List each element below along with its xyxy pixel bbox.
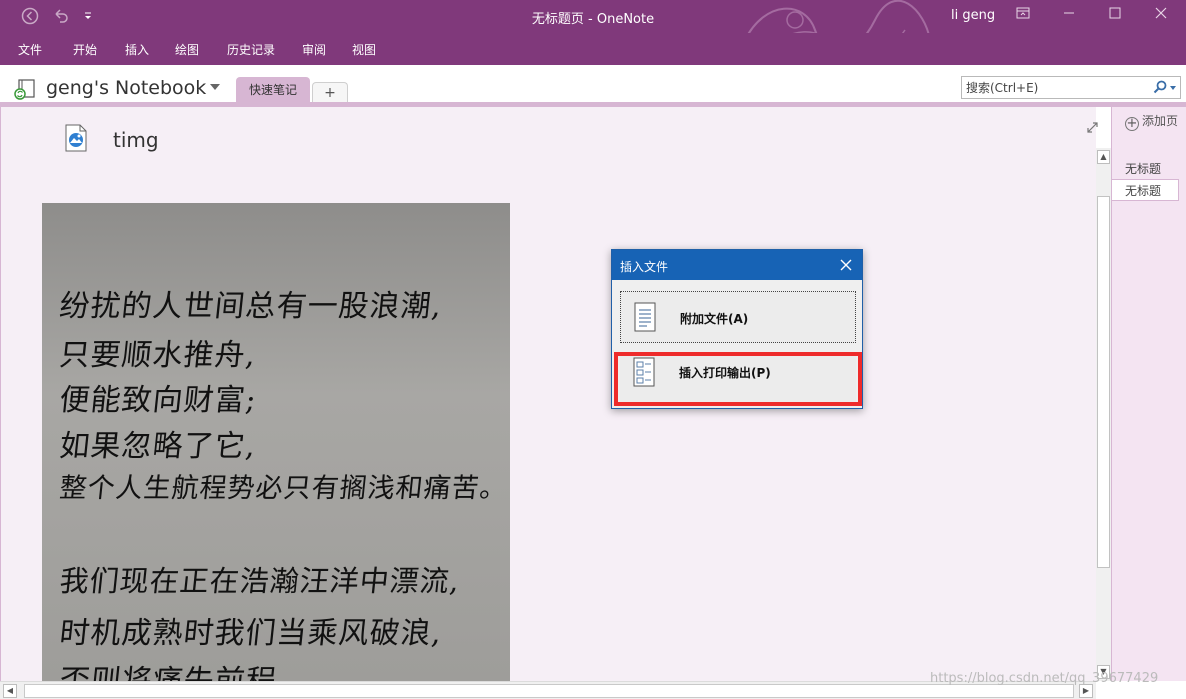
handwriting-line-3: 便能致向财富; bbox=[57, 383, 259, 418]
search-box bbox=[961, 76, 1181, 99]
add-page-label: 添加页 bbox=[1142, 114, 1179, 128]
search-icon[interactable] bbox=[1153, 80, 1167, 94]
dialog-title: 插入文件 bbox=[620, 260, 669, 274]
notebook-dropdown-icon[interactable] bbox=[210, 84, 220, 90]
vertical-scrollbar[interactable]: ▲ ▼ bbox=[1096, 148, 1111, 681]
title-bar: 无标题页 - OneNote li geng bbox=[0, 0, 1186, 64]
full-page-view-icon[interactable] bbox=[1086, 121, 1099, 138]
menu-view[interactable]: 视图 bbox=[352, 41, 376, 58]
tab-quick-notes[interactable]: 快速笔记 bbox=[236, 77, 310, 103]
ribbon-display-icon[interactable] bbox=[1000, 5, 1046, 27]
attachment-file-name[interactable]: timg bbox=[113, 128, 159, 152]
red-highlight-box bbox=[614, 352, 862, 406]
add-section-button[interactable]: + bbox=[312, 82, 348, 103]
attach-file-option[interactable]: 附加文件(A) bbox=[620, 291, 856, 343]
close-icon[interactable] bbox=[1138, 5, 1184, 27]
notebook-name[interactable]: geng's Notebook bbox=[46, 77, 206, 99]
menu-home[interactable]: 开始 bbox=[73, 41, 97, 58]
handwriting-line-7: 时机成熟时我们当乘风破浪, bbox=[57, 616, 445, 651]
search-scope-dropdown-icon[interactable] bbox=[1170, 86, 1176, 90]
menu-history[interactable]: 历史记录 bbox=[227, 41, 275, 58]
menu-insert[interactable]: 插入 bbox=[125, 41, 149, 58]
handwriting-line-5: 整个人生航程势必只有搁浅和痛苦。 bbox=[58, 473, 510, 504]
search-input[interactable] bbox=[962, 77, 1142, 99]
handwriting-line-4: 如果忽略了它, bbox=[57, 429, 259, 464]
handwriting-line-1: 纷扰的人世间总有一股浪潮, bbox=[57, 289, 445, 324]
dialog-close-icon[interactable] bbox=[840, 255, 852, 275]
user-name[interactable]: li geng bbox=[951, 8, 995, 23]
page-item-2[interactable]: 无标题 bbox=[1125, 182, 1161, 199]
attach-file-icon bbox=[634, 302, 656, 332]
scroll-right-icon[interactable]: ▶ bbox=[1079, 684, 1093, 698]
minimize-icon[interactable] bbox=[1046, 5, 1092, 27]
scroll-left-icon[interactable]: ◀ bbox=[3, 684, 17, 698]
page-item-1[interactable]: 无标题 bbox=[1125, 160, 1161, 177]
horizontal-scroll-thumb[interactable] bbox=[24, 684, 1074, 698]
vertical-scroll-thumb[interactable] bbox=[1097, 196, 1110, 568]
image-file-icon[interactable] bbox=[64, 124, 88, 152]
handwriting-line-2: 只要顺水推舟, bbox=[57, 338, 259, 373]
handwriting-line-8: 否则将痛失前程 bbox=[58, 656, 280, 681]
menu-review[interactable]: 审阅 bbox=[302, 41, 326, 58]
add-page-plus-icon: + bbox=[1125, 116, 1139, 131]
handwriting-photo[interactable]: 纷扰的人世间总有一股浪潮, 只要顺水推舟, 便能致向财富; 如果忽略了它, 整个… bbox=[42, 203, 510, 681]
menu-file[interactable]: 文件 bbox=[18, 41, 42, 58]
watermark: https://blog.csdn.net/qq_39677429 bbox=[930, 671, 1159, 686]
ribbon-tabs: 文件 开始 插入 绘图 历史记录 审阅 视图 bbox=[0, 33, 1186, 65]
dialog-title-bar: 插入文件 bbox=[612, 250, 862, 280]
add-page-button[interactable]: + 添加页 bbox=[1125, 112, 1178, 131]
notebook-sync-icon[interactable] bbox=[14, 78, 38, 100]
maximize-icon[interactable] bbox=[1092, 5, 1138, 27]
scroll-up-icon[interactable]: ▲ bbox=[1097, 150, 1110, 164]
handwriting-line-6: 我们现在正在浩瀚汪洋中漂流, bbox=[58, 564, 462, 598]
menu-draw[interactable]: 绘图 bbox=[175, 41, 199, 58]
attach-file-label: 附加文件(A) bbox=[680, 312, 749, 326]
